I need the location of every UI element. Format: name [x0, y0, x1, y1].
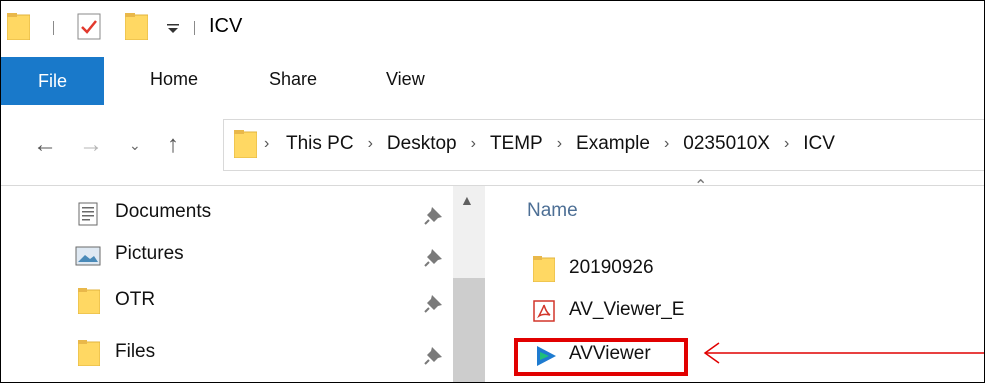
customize-toolbar-icon[interactable] — [166, 23, 180, 35]
folder-icon — [78, 340, 100, 366]
up-arrow-icon[interactable]: ↑ — [167, 131, 179, 159]
title-separator — [194, 21, 195, 35]
tab-file[interactable]: File — [1, 57, 104, 105]
breadcrumb-chevron-icon[interactable]: › — [664, 135, 669, 153]
navigation-pane: Documents Pictures OTR Files ▲ — [1, 186, 485, 382]
pin-icon[interactable] — [423, 246, 445, 268]
nav-item-label: Pictures — [115, 243, 184, 264]
highlight-box — [514, 338, 688, 376]
annotation-arrow-icon — [703, 342, 984, 364]
ribbon: File Home Share View — [1, 57, 984, 106]
tab-view[interactable]: View — [386, 69, 425, 90]
breadcrumb-example[interactable]: Example — [576, 133, 650, 155]
nav-item-pictures[interactable]: Pictures — [73, 236, 463, 276]
column-header-name[interactable]: Name — [527, 200, 578, 222]
documents-icon — [78, 202, 98, 226]
tab-home[interactable]: Home — [150, 69, 198, 90]
breadcrumb-this-pc[interactable]: This PC — [286, 133, 354, 155]
title-bar: ICV — [1, 1, 984, 57]
nav-item-otr[interactable]: OTR — [73, 282, 463, 322]
explorer-window: ICV File Home Share View ← → ⌄ ↑ › This … — [0, 0, 985, 383]
nav-item-label: Files — [115, 341, 156, 362]
sort-ascending-icon: ⌃ — [694, 178, 708, 195]
breadcrumb-icv[interactable]: ICV — [803, 133, 835, 155]
new-folder-icon[interactable] — [125, 13, 148, 40]
pin-icon[interactable] — [423, 204, 445, 226]
breadcrumb: This PC › Desktop › TEMP › Example › 023… — [286, 133, 835, 155]
window-title: ICV — [209, 15, 243, 37]
pdf-icon — [533, 300, 555, 322]
breadcrumb-0235010x[interactable]: 0235010X — [683, 133, 770, 155]
tab-share[interactable]: Share — [269, 69, 317, 90]
nav-scrollbar-thumb[interactable] — [453, 278, 485, 382]
folder-icon — [533, 256, 555, 282]
address-bar[interactable]: › This PC › Desktop › TEMP › Example › 0… — [223, 119, 984, 171]
breadcrumb-chevron-icon[interactable]: › — [264, 135, 269, 153]
file-name: AV_Viewer_E — [569, 299, 685, 320]
breadcrumb-chevron-icon[interactable]: › — [368, 135, 373, 153]
recent-locations-chevron-icon[interactable]: ⌄ — [129, 137, 141, 154]
breadcrumb-temp[interactable]: TEMP — [490, 133, 543, 155]
folder-icon — [234, 130, 257, 158]
properties-icon[interactable] — [77, 13, 101, 40]
forward-arrow-icon[interactable]: → — [79, 131, 103, 159]
pictures-icon — [75, 246, 101, 266]
navigation-bar: ← → ⌄ ↑ › This PC › Desktop › TEMP › Exa… — [1, 105, 984, 186]
breadcrumb-chevron-icon[interactable]: › — [784, 135, 789, 153]
scroll-up-arrow-icon[interactable]: ▲ — [460, 192, 474, 208]
back-arrow-icon[interactable]: ← — [33, 131, 57, 159]
nav-item-documents[interactable]: Documents — [73, 194, 463, 234]
nav-item-label: Documents — [115, 201, 212, 222]
folder-icon — [7, 13, 30, 40]
nav-item-files[interactable]: Files — [73, 334, 463, 374]
breadcrumb-chevron-icon[interactable]: › — [557, 135, 562, 153]
file-name: 20190926 — [569, 257, 654, 278]
nav-item-label: OTR — [115, 289, 156, 310]
pin-icon[interactable] — [423, 292, 445, 314]
pin-icon[interactable] — [423, 344, 445, 366]
breadcrumb-chevron-icon[interactable]: › — [471, 135, 476, 153]
title-separator — [53, 21, 54, 35]
folder-icon — [78, 288, 100, 314]
breadcrumb-desktop[interactable]: Desktop — [387, 133, 457, 155]
